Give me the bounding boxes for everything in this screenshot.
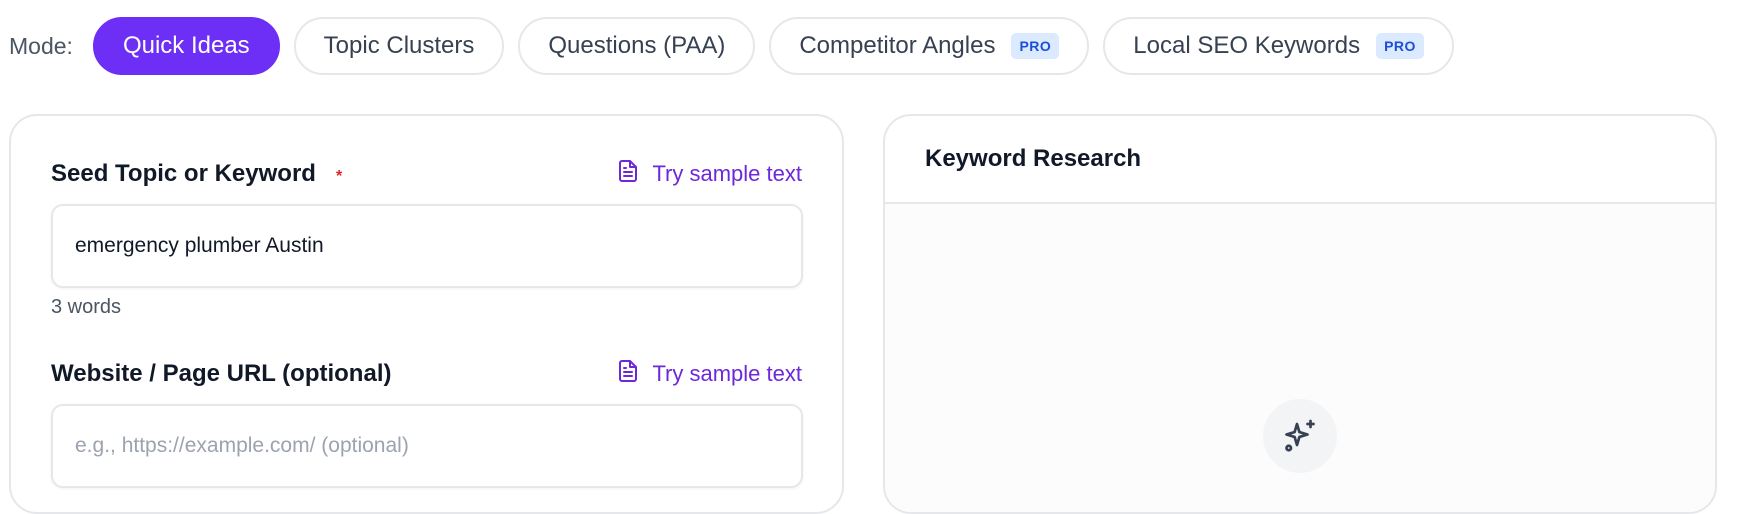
url-field-header: Website / Page URL (optional) Try sample…	[51, 352, 802, 396]
document-icon	[616, 359, 640, 389]
website-url-input[interactable]	[51, 404, 803, 488]
sparkles-icon	[1263, 399, 1337, 473]
mode-label: Mode:	[9, 32, 73, 59]
mode-label-text: Competitor Angles	[799, 32, 996, 59]
mode-label-text: Topic Clusters	[323, 32, 475, 59]
mode-label-text: Quick Ideas	[122, 32, 250, 59]
mode-local-seo-keywords-button[interactable]: Local SEO Keywords PRO	[1103, 17, 1454, 75]
mode-selector: Mode: Quick Ideas Topic Clusters Questio…	[0, 17, 1468, 75]
mode-label-text: Local SEO Keywords	[1133, 32, 1361, 59]
seed-field-header: Seed Topic or Keyword * Try sample text	[51, 152, 802, 196]
pro-badge: PRO	[1011, 33, 1060, 59]
document-icon	[616, 159, 640, 189]
mode-competitor-angles-button[interactable]: Competitor Angles PRO	[769, 17, 1090, 75]
mode-quick-ideas-button[interactable]: Quick Ideas	[92, 17, 280, 75]
try-sample-text: Try sample text	[652, 361, 802, 386]
try-sample-text: Try sample text	[652, 161, 802, 186]
pro-badge: PRO	[1376, 33, 1424, 59]
results-panel: Keyword Research	[883, 114, 1717, 514]
results-panel-title: Keyword Research	[925, 145, 1142, 172]
seed-topic-input[interactable]	[51, 204, 803, 288]
input-form-card: Seed Topic or Keyword * Try sample text 3…	[9, 114, 844, 514]
seed-label-group: Seed Topic or Keyword *	[51, 160, 342, 188]
seed-topic-label: Seed Topic or Keyword	[51, 160, 316, 187]
word-count: 3 words	[51, 296, 122, 318]
url-try-sample-link[interactable]: Try sample text	[616, 359, 802, 389]
mode-questions-paa-button[interactable]: Questions (PAA)	[518, 17, 756, 75]
website-url-label: Website / Page URL (optional)	[51, 360, 392, 387]
results-empty-state	[885, 204, 1715, 512]
mode-label-text: Questions (PAA)	[548, 32, 726, 59]
seed-try-sample-link[interactable]: Try sample text	[616, 159, 802, 189]
mode-topic-clusters-button[interactable]: Topic Clusters	[293, 17, 505, 75]
results-panel-header: Keyword Research	[885, 116, 1715, 204]
required-indicator: *	[335, 168, 343, 185]
